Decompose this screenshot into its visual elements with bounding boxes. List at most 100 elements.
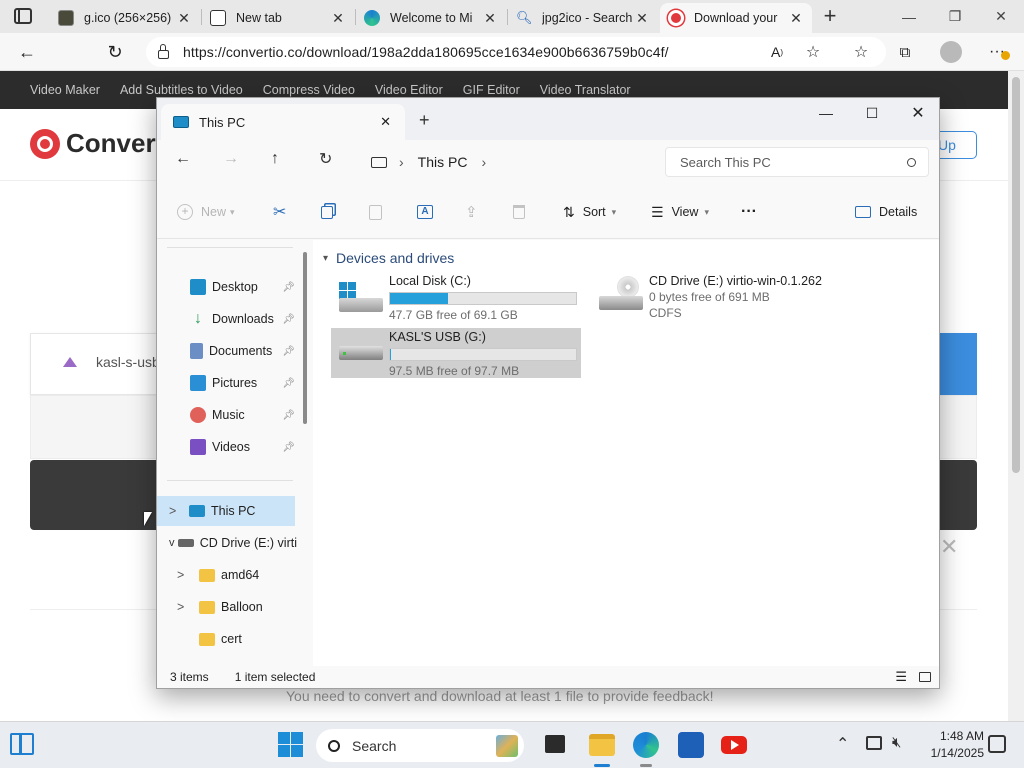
nav-item-desktop[interactable]: Desktop 📌︎ (157, 272, 297, 302)
site-nav-item[interactable]: Video Maker (30, 83, 100, 97)
close-icon[interactable]: ✕ (482, 10, 498, 27)
tray-overflow-icon[interactable]: ⌃ (836, 734, 849, 754)
pin-icon[interactable]: 📌︎ (282, 346, 295, 357)
tree-item-this-pc[interactable]: > This PC (157, 496, 295, 526)
explorer-address-bar[interactable]: › This PC › (357, 147, 657, 177)
collapse-chevron-icon[interactable]: v (169, 537, 178, 549)
page-scrollbar[interactable] (1008, 71, 1024, 721)
close-icon[interactable]: ✕ (330, 10, 346, 27)
close-icon[interactable]: ✕ (634, 10, 650, 27)
up-arrow-icon[interactable]: ↑ (271, 150, 279, 168)
favorites-icon[interactable]: ☆ (846, 38, 876, 66)
minimize-button[interactable]: — (803, 98, 849, 128)
tab-actions-icon[interactable] (14, 8, 32, 24)
dismiss-icon[interactable]: ✕ (940, 534, 958, 560)
new-button[interactable]: + New ▾ (177, 200, 235, 224)
site-nav-item[interactable]: Add Subtitles to Video (120, 83, 243, 97)
close-window-button[interactable]: ✕ (895, 98, 941, 128)
page-favicon-icon (210, 10, 226, 26)
share-button[interactable]: ⇪ (465, 200, 478, 224)
explorer-tab-this-pc[interactable]: This PC ✕ (161, 104, 405, 140)
maximize-button[interactable]: ☐ (849, 98, 895, 128)
drive-local-disk-c[interactable]: Local Disk (C:) 47.7 GB free of 69.1 GB (331, 272, 581, 322)
nav-item-pictures[interactable]: Pictures 📌︎ (157, 368, 297, 398)
nav-item-documents[interactable]: Documents 📌︎ (157, 336, 297, 366)
more-options-button[interactable]: ··· (741, 200, 757, 224)
add-favorite-icon[interactable]: ☆ (798, 38, 828, 66)
expand-chevron-icon[interactable]: > (177, 600, 199, 614)
youtube-app-icon[interactable] (721, 736, 747, 754)
lock-icon[interactable] (158, 44, 169, 59)
details-button[interactable]: Details (855, 200, 917, 224)
profile-avatar[interactable] (936, 38, 966, 66)
delete-button[interactable] (513, 200, 525, 224)
browser-tab-search[interactable]: 🔍︎ jpg2ico - Search ✕ (508, 3, 658, 33)
close-window-button[interactable]: ✕ (978, 0, 1024, 33)
widgets-icon[interactable] (10, 733, 34, 755)
new-tab-button[interactable]: + (818, 3, 842, 29)
site-nav-item[interactable]: Video Translator (540, 83, 631, 97)
breadcrumb-chevron[interactable]: › (481, 154, 486, 170)
drive-usb-g[interactable]: KASL'S USB (G:) 97.5 MB free of 97.7 MB (331, 328, 581, 378)
refresh-icon[interactable]: ↻ (100, 38, 130, 66)
nav-scrollbar[interactable] (303, 252, 307, 424)
view-button[interactable]: ☰ View ▾ (651, 200, 709, 224)
expand-chevron-icon[interactable]: > (177, 568, 199, 582)
search-input[interactable]: Search This PC (665, 147, 929, 177)
pin-icon[interactable]: 📌︎ (282, 314, 295, 325)
pin-icon[interactable]: 📌︎ (282, 282, 295, 293)
volume-icon[interactable]: 🔇︎ (892, 734, 901, 751)
site-nav-item[interactable]: GIF Editor (463, 83, 520, 97)
pin-icon[interactable]: 📌︎ (282, 442, 295, 453)
back-arrow-icon[interactable]: ← (175, 150, 191, 168)
pin-icon[interactable]: 📌︎ (282, 378, 295, 389)
tree-item-balloon[interactable]: > Balloon (157, 592, 297, 622)
copy-button[interactable] (321, 200, 333, 224)
paste-button[interactable] (369, 200, 382, 224)
read-aloud-icon[interactable]: A) (762, 38, 792, 66)
notifications-icon[interactable] (988, 735, 1006, 753)
site-nav-item[interactable]: Video Editor (375, 83, 443, 97)
close-icon[interactable]: ✕ (176, 10, 192, 27)
drive-cd-e[interactable]: CD Drive (E:) virtio-win-0.1.262 0 bytes… (591, 272, 831, 322)
pin-icon[interactable]: 📌︎ (282, 410, 295, 421)
tree-item-cert[interactable]: cert (157, 624, 297, 654)
nav-item-videos[interactable]: Videos 📌︎ (157, 432, 297, 462)
browser-tab-welcome[interactable]: Welcome to Mi ✕ (356, 3, 506, 33)
group-header[interactable]: ▾ Devices and drives (323, 250, 454, 266)
cut-button[interactable]: ✂ (273, 200, 286, 224)
sort-button[interactable]: ⇅ Sort ▾ (563, 200, 616, 224)
rename-button[interactable]: A (417, 200, 433, 224)
system-clock[interactable]: 1:48 AM 1/14/2025 (920, 728, 984, 762)
edge-app-icon[interactable] (633, 732, 659, 758)
tree-item-amd64[interactable]: > amd64 (157, 560, 297, 590)
nav-item-music[interactable]: Music 📌︎ (157, 400, 297, 430)
tree-item-cd-drive[interactable]: v CD Drive (E:) virti (157, 528, 297, 558)
start-windows-icon[interactable] (278, 732, 304, 758)
restore-button[interactable]: ❐ (932, 0, 978, 33)
browser-tab-download[interactable]: Download your ✕ (660, 3, 812, 33)
details-view-icon[interactable]: ☰ (895, 669, 907, 685)
close-icon[interactable]: ✕ (380, 114, 391, 130)
back-arrow-icon[interactable]: ← (12, 38, 42, 66)
collections-icon[interactable]: ⧉ (890, 38, 920, 66)
store-app-icon[interactable] (678, 732, 704, 758)
refresh-icon[interactable]: ↻ (319, 149, 332, 169)
new-tab-button[interactable]: + (419, 110, 430, 131)
nav-item-downloads[interactable]: ↓ Downloads 📌︎ (157, 304, 297, 334)
minimize-button[interactable]: — (886, 0, 932, 33)
browser-tab-newtab[interactable]: New tab ✕ (202, 3, 354, 33)
site-nav-item[interactable]: Compress Video (263, 83, 355, 97)
browser-tab-gico[interactable]: g.ico (256×256) ✕ (50, 3, 200, 33)
breadcrumb[interactable]: This PC (418, 154, 468, 170)
network-icon[interactable] (866, 736, 882, 750)
expand-chevron-icon[interactable]: > (169, 504, 189, 518)
task-view-icon[interactable] (545, 735, 565, 753)
forward-arrow-icon[interactable]: → (223, 150, 239, 168)
close-icon[interactable]: ✕ (788, 10, 804, 27)
tiles-view-icon[interactable] (919, 672, 931, 682)
file-explorer-app-icon[interactable] (589, 734, 615, 756)
taskbar-search[interactable]: Search (316, 729, 524, 762)
site-brand[interactable]: Convert (66, 128, 164, 159)
this-pc-icon (189, 505, 205, 517)
